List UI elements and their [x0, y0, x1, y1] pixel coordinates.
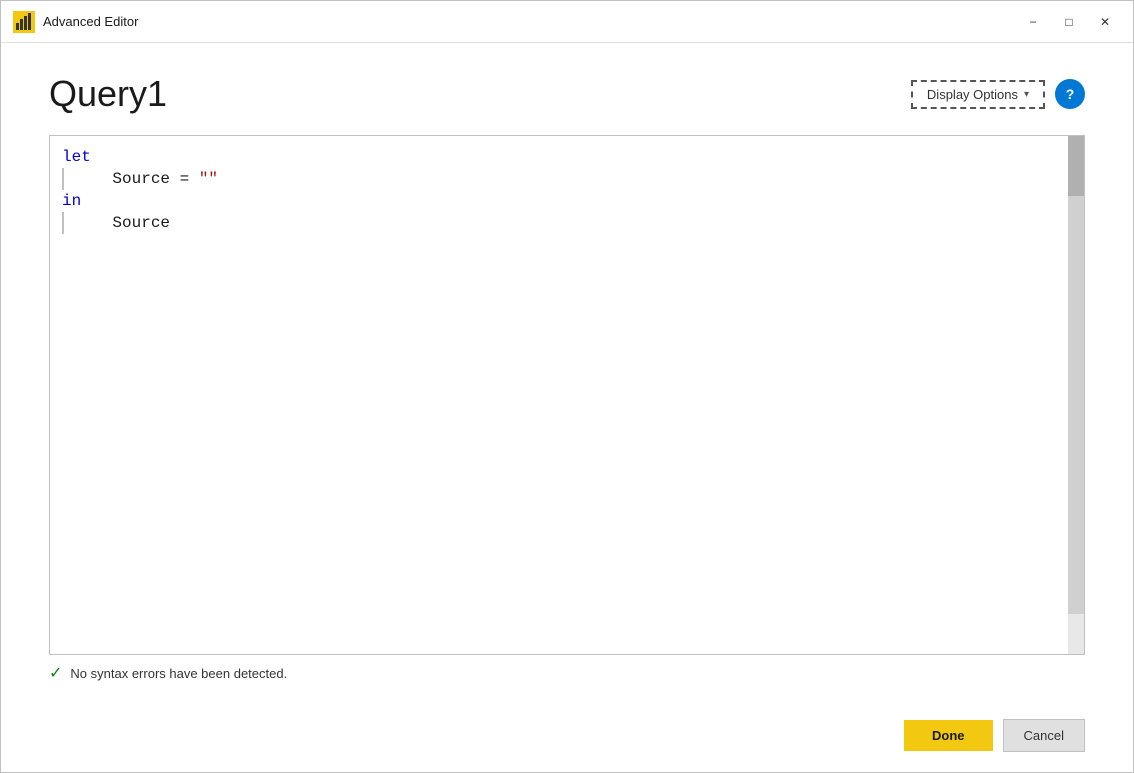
code-source-var: Source = "": [74, 170, 218, 188]
line-indicator-2: [62, 212, 66, 234]
main-content: Query1 Display Options ▾ ? let: [1, 43, 1133, 703]
scrollbar[interactable]: [1068, 136, 1084, 654]
status-bar: ✓ No syntax errors have been detected.: [49, 655, 1085, 683]
editor-inner: let Source = "" in: [50, 136, 1084, 654]
minimize-button[interactable]: −: [1017, 8, 1049, 36]
check-icon: ✓: [49, 663, 62, 683]
done-button[interactable]: Done: [904, 720, 993, 751]
maximize-button[interactable]: □: [1053, 8, 1085, 36]
title-bar-controls: − □ ✕: [1017, 8, 1121, 36]
page-header: Query1 Display Options ▾ ?: [49, 73, 1085, 115]
help-label: ?: [1066, 86, 1075, 102]
editor-container: let Source = "" in: [49, 135, 1085, 655]
code-area[interactable]: let Source = "" in: [50, 136, 1068, 654]
app-icon: [13, 11, 35, 33]
keyword-in: in: [62, 192, 81, 210]
display-options-button[interactable]: Display Options ▾: [911, 80, 1045, 109]
footer: Done Cancel: [1, 703, 1133, 772]
code-line-4: Source: [62, 212, 1056, 234]
cancel-button[interactable]: Cancel: [1003, 719, 1085, 752]
scrollbar-bottom: [1068, 614, 1084, 654]
code-line-2: Source = "": [62, 168, 1056, 190]
chevron-down-icon: ▾: [1024, 89, 1029, 100]
display-options-label: Display Options: [927, 87, 1018, 102]
close-button[interactable]: ✕: [1089, 8, 1121, 36]
code-source-ref: Source: [74, 214, 170, 232]
header-right: Display Options ▾ ?: [911, 79, 1085, 109]
help-button[interactable]: ?: [1055, 79, 1085, 109]
status-message: No syntax errors have been detected.: [70, 666, 287, 681]
window-title: Advanced Editor: [43, 14, 138, 29]
code-line-3: in: [62, 190, 1056, 212]
page-title: Query1: [49, 73, 167, 115]
title-bar-left: Advanced Editor: [13, 11, 138, 33]
keyword-let: let: [62, 148, 91, 166]
scrollbar-thumb[interactable]: [1068, 136, 1084, 196]
advanced-editor-window: Advanced Editor − □ ✕ Query1 Display Opt…: [0, 0, 1134, 773]
title-bar: Advanced Editor − □ ✕: [1, 1, 1133, 43]
line-indicator: [62, 168, 66, 190]
code-line-1: let: [62, 146, 1056, 168]
